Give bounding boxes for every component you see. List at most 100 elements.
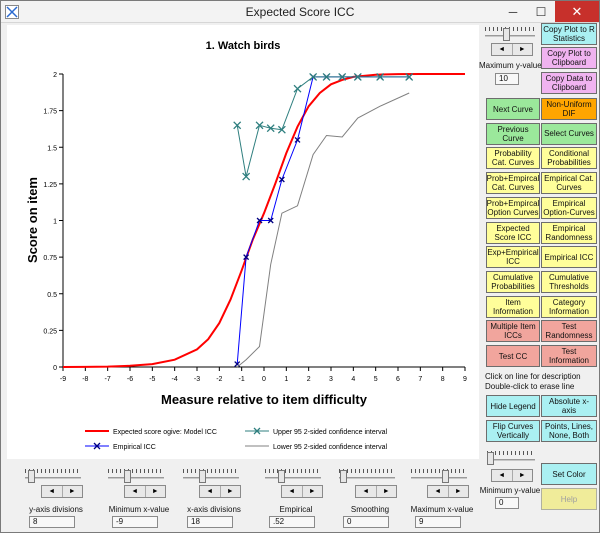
x-tick-label: -8 xyxy=(82,376,88,383)
non-uniform-dif-button[interactable]: Non-Uniform DIF xyxy=(541,98,597,120)
maximum-y-label: Maximum y-value xyxy=(479,61,542,70)
x-tick-label: 1 xyxy=(284,376,288,383)
minimum-x-value-label: Minimum x-value xyxy=(108,505,170,514)
prob-empirical-cat-curves-button[interactable]: Prob+Empircal Cat. Curves xyxy=(486,172,540,195)
previous-curve-button[interactable]: Previous Curve xyxy=(486,122,540,145)
prob-empirical-option-curves-button[interactable]: Prob+Empircal Option Curves xyxy=(486,196,540,219)
empirical-option-curves-button[interactable]: Empirical Option-Curves xyxy=(541,196,597,219)
close-button[interactable]: ✕ xyxy=(555,1,599,22)
empirical-value-field[interactable]: .52 xyxy=(269,516,315,528)
minimum-y-slider-thumb[interactable] xyxy=(487,452,495,465)
y-axis-divisions-value-field[interactable]: 8 xyxy=(29,516,75,528)
decrement-arrow-icon[interactable]: ◄ xyxy=(428,486,449,497)
decrement-arrow-icon[interactable]: ◄ xyxy=(282,486,303,497)
copy-plot-r-button[interactable]: Copy Plot to R Statistics xyxy=(541,23,597,45)
icc-chart[interactable]: 1. Watch birds -9 -8 -7 -6 -5 -4 -3 -2 -1 0 1 2 3 4 5 6 7… xyxy=(7,25,479,459)
maximize-button[interactable]: ☐ xyxy=(527,1,555,22)
category-information-button[interactable]: Category Information xyxy=(541,295,597,318)
y-axis-divisions-spinner[interactable]: ◄ ► xyxy=(41,485,83,498)
increment-arrow-icon[interactable]: ► xyxy=(513,470,533,481)
y-axis-divisions-slider[interactable] xyxy=(23,467,83,483)
decrement-arrow-icon[interactable]: ◄ xyxy=(356,486,377,497)
cumulative-probabilities-button[interactable]: Cumulative Probabilities xyxy=(486,270,540,293)
series-point-2[interactable] xyxy=(255,121,264,130)
flip-curves-vertically-button[interactable]: Flip Curves Vertically xyxy=(486,420,540,442)
increment-arrow-icon[interactable]: ► xyxy=(377,486,397,497)
minimum-x-value-value-field[interactable]: -9 xyxy=(112,516,158,528)
multiple-item-iccs-button[interactable]: Multiple Item ICCs xyxy=(486,320,540,343)
series-line-2[interactable] xyxy=(236,76,410,177)
next-curve-button[interactable]: Next Curve xyxy=(486,98,540,120)
title-bar[interactable]: Expected Score ICC ─ ☐ ✕ xyxy=(1,1,599,23)
copy-plot-clipboard-button[interactable]: Copy Plot to Clipboard xyxy=(541,47,597,69)
test-information-button[interactable]: Test Information xyxy=(541,345,597,367)
help-label: Help xyxy=(560,494,578,504)
maximum-y-slider[interactable] xyxy=(483,25,537,41)
decrement-arrow-icon[interactable]: ◄ xyxy=(200,486,221,497)
y-axis-divisions-slider-thumb[interactable] xyxy=(28,470,36,483)
minimum-x-value-slider-thumb[interactable] xyxy=(123,470,131,483)
minimum-x-value-spinner[interactable]: ◄ ► xyxy=(124,485,166,498)
smoothing-slider-thumb[interactable] xyxy=(339,470,347,483)
x-tick-label: -6 xyxy=(127,376,133,383)
copy-data-clipboard-button[interactable]: Copy Data to Clipboard xyxy=(541,72,597,94)
test-randomness-button[interactable]: Test Randomness xyxy=(541,320,597,343)
x-axis-divisions-slider[interactable] xyxy=(181,467,241,483)
increment-arrow-icon[interactable]: ► xyxy=(63,486,83,497)
minimum-y-spinner[interactable]: ◄ ► xyxy=(491,469,533,482)
maximum-x-value-value-field[interactable]: 9 xyxy=(415,516,461,528)
decrement-arrow-icon[interactable]: ◄ xyxy=(125,486,146,497)
increment-arrow-icon[interactable]: ► xyxy=(303,486,323,497)
increment-arrow-icon[interactable]: ► xyxy=(449,486,469,497)
decrement-arrow-icon[interactable]: ◄ xyxy=(492,470,513,481)
absolute-x-axis-button[interactable]: Absolute x-axis xyxy=(541,395,597,417)
probability-cat-curves-button[interactable]: Probability Cat. Curves xyxy=(486,147,540,170)
minimum-y-slider[interactable] xyxy=(485,449,537,465)
x-axis-divisions-slider-thumb[interactable] xyxy=(198,470,206,483)
minimum-x-value-slider[interactable] xyxy=(106,467,166,483)
cumulative-thresholds-button[interactable]: Cumulative Thresholds xyxy=(541,270,597,293)
item-information-button[interactable]: Item Information xyxy=(486,295,540,318)
x-axis-divisions-spinner[interactable]: ◄ ► xyxy=(199,485,241,498)
test-cc-button[interactable]: Test CC xyxy=(486,345,540,367)
empirical-icc-button[interactable]: Empirical ICC xyxy=(541,246,597,269)
maximum-y-value-field[interactable]: 10 xyxy=(495,73,519,85)
flip-curves-vertically-label: Flip Curves Vertically xyxy=(492,422,534,440)
empirical-randomness-button[interactable]: Empirical Randomness xyxy=(541,221,597,244)
hide-legend-label: Hide Legend xyxy=(490,401,536,411)
hide-legend-button[interactable]: Hide Legend xyxy=(486,395,540,417)
minimize-button[interactable]: ─ xyxy=(499,1,527,22)
conditional-probabilities-button[interactable]: Conditional Probabilities xyxy=(541,147,597,170)
increment-arrow-icon[interactable]: ► xyxy=(146,486,166,497)
empirical-spinner[interactable]: ◄ ► xyxy=(281,485,323,498)
smoothing-slider[interactable] xyxy=(337,467,397,483)
select-curves-label: Select Curves xyxy=(544,129,594,139)
maximum-x-value-slider[interactable] xyxy=(409,467,469,483)
empirical-slider-thumb[interactable] xyxy=(278,470,286,483)
exp-empirical-icc-button[interactable]: Exp+Empirical ICC xyxy=(486,246,540,269)
empirical-slider[interactable] xyxy=(263,467,323,483)
increment-arrow-icon[interactable]: ► xyxy=(513,44,533,55)
minimum-y-value-field[interactable]: 0 xyxy=(495,497,519,509)
maximum-x-value-label: Maximum x-value xyxy=(410,505,474,514)
increment-arrow-icon[interactable]: ► xyxy=(221,486,241,497)
points-lines-none-both-button[interactable]: Points, Lines, None, Both xyxy=(541,420,597,442)
series-point-2[interactable] xyxy=(293,84,302,93)
select-curves-button[interactable]: Select Curves xyxy=(541,122,597,145)
smoothing-value-field[interactable]: 0 xyxy=(343,516,389,528)
plot-area[interactable]: 1. Watch birds -9 -8 -7 -6 -5 -4 -3 -2 -1 0 1 2 3 4 5 6 7… xyxy=(7,25,479,459)
decrement-arrow-icon[interactable]: ◄ xyxy=(492,44,513,55)
expected-score-icc-label: Expected Score ICC xyxy=(494,223,532,242)
expected-score-icc-button[interactable]: Expected Score ICC xyxy=(486,221,540,244)
maximum-x-value-spinner[interactable]: ◄ ► xyxy=(427,485,469,498)
conditional-probabilities-label: Conditional Probabilities xyxy=(547,149,591,168)
smoothing-spinner[interactable]: ◄ ► xyxy=(355,485,397,498)
maximum-y-slider-thumb[interactable] xyxy=(503,28,511,41)
empirical-cat-curves-button[interactable]: Empirical Cat. Curves xyxy=(541,172,597,195)
decrement-arrow-icon[interactable]: ◄ xyxy=(42,486,63,497)
set-color-button[interactable]: Set Color xyxy=(541,463,597,485)
maximum-x-value-slider-thumb[interactable] xyxy=(442,470,450,483)
series-line-3[interactable] xyxy=(236,92,410,368)
x-axis-divisions-value-field[interactable]: 18 xyxy=(187,516,233,528)
maximum-y-spinner[interactable]: ◄ ► xyxy=(491,43,533,56)
